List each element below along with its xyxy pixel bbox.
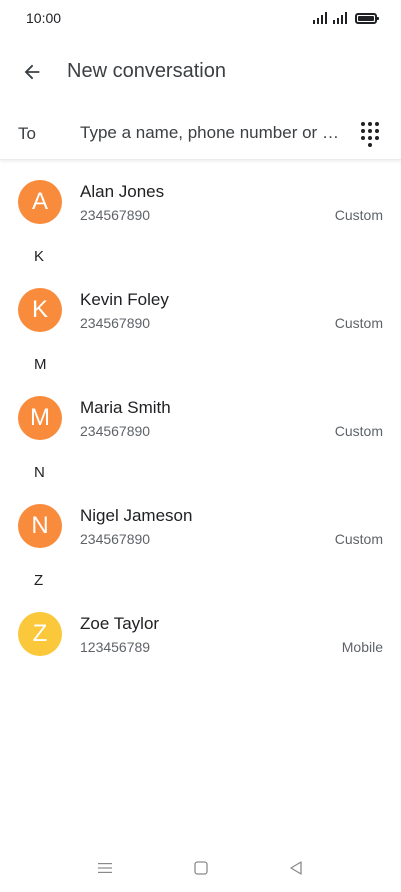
contact-avatar: Z (18, 612, 62, 656)
signal-icon (313, 12, 327, 24)
status-bar: 10:00 (0, 0, 401, 36)
contact-avatar: N (18, 504, 62, 548)
home-button[interactable] (189, 856, 213, 880)
to-label: To (18, 124, 36, 143)
dialpad-button[interactable] (359, 121, 381, 147)
signal-icon (333, 12, 347, 24)
section-header: K (34, 248, 45, 265)
arrow-left-icon (24, 64, 40, 80)
contact-row[interactable]: N Nigel Jameson 234567890 Custom (0, 492, 401, 564)
back-nav-button[interactable] (284, 856, 308, 880)
contact-number-type: Custom (334, 531, 383, 547)
menu-icon (98, 863, 112, 873)
status-time: 10:00 (26, 10, 62, 26)
contact-number: 234567890 (80, 207, 151, 223)
contact-name: Maria Smith (80, 398, 171, 417)
contact-number-type: Custom (334, 207, 383, 223)
contact-row[interactable]: Z Zoe Taylor 123456789 Mobile (0, 600, 401, 672)
contact-number: 123456789 (80, 639, 151, 655)
contact-number: 234567890 (80, 531, 151, 547)
battery-icon (355, 12, 379, 24)
section-header: N (34, 464, 45, 481)
page-title: New conversation (67, 60, 226, 82)
dialpad-icon (361, 121, 365, 126)
status-icons (313, 10, 379, 26)
app-bar: New conversation (0, 44, 401, 100)
system-nav-bar (0, 844, 401, 892)
contact-name: Nigel Jameson (80, 506, 193, 525)
contact-avatar: M (18, 396, 62, 440)
section-header: Z (34, 572, 44, 589)
contact-row[interactable]: M Maria Smith 234567890 Custom (0, 384, 401, 456)
contact-number-type: Custom (334, 315, 383, 331)
menu-button[interactable] (93, 856, 117, 880)
contact-number: 234567890 (80, 315, 151, 331)
back-triangle-icon (290, 861, 302, 875)
contact-row[interactable]: A Alan Jones 234567890 Custom (0, 168, 401, 240)
back-button[interactable] (12, 52, 52, 92)
recipient-row: To (0, 108, 401, 160)
contact-name: Kevin Foley (80, 290, 169, 309)
section-header: M (34, 356, 47, 373)
contact-name: Alan Jones (80, 182, 165, 201)
contact-number-type: Custom (334, 423, 383, 439)
contact-number: 234567890 (80, 423, 151, 439)
home-square-icon (194, 861, 208, 875)
contact-avatar: A (18, 180, 62, 224)
contact-avatar: K (18, 288, 62, 332)
contact-row[interactable]: K Kevin Foley 234567890 Custom (0, 276, 401, 348)
contact-number-type: Mobile (341, 639, 383, 655)
contact-list: A Alan Jones 234567890 Custom K K Kevin Foley 2… (0, 168, 401, 672)
recipient-input[interactable] (80, 120, 342, 146)
contact-name: Zoe Taylor (80, 614, 160, 633)
